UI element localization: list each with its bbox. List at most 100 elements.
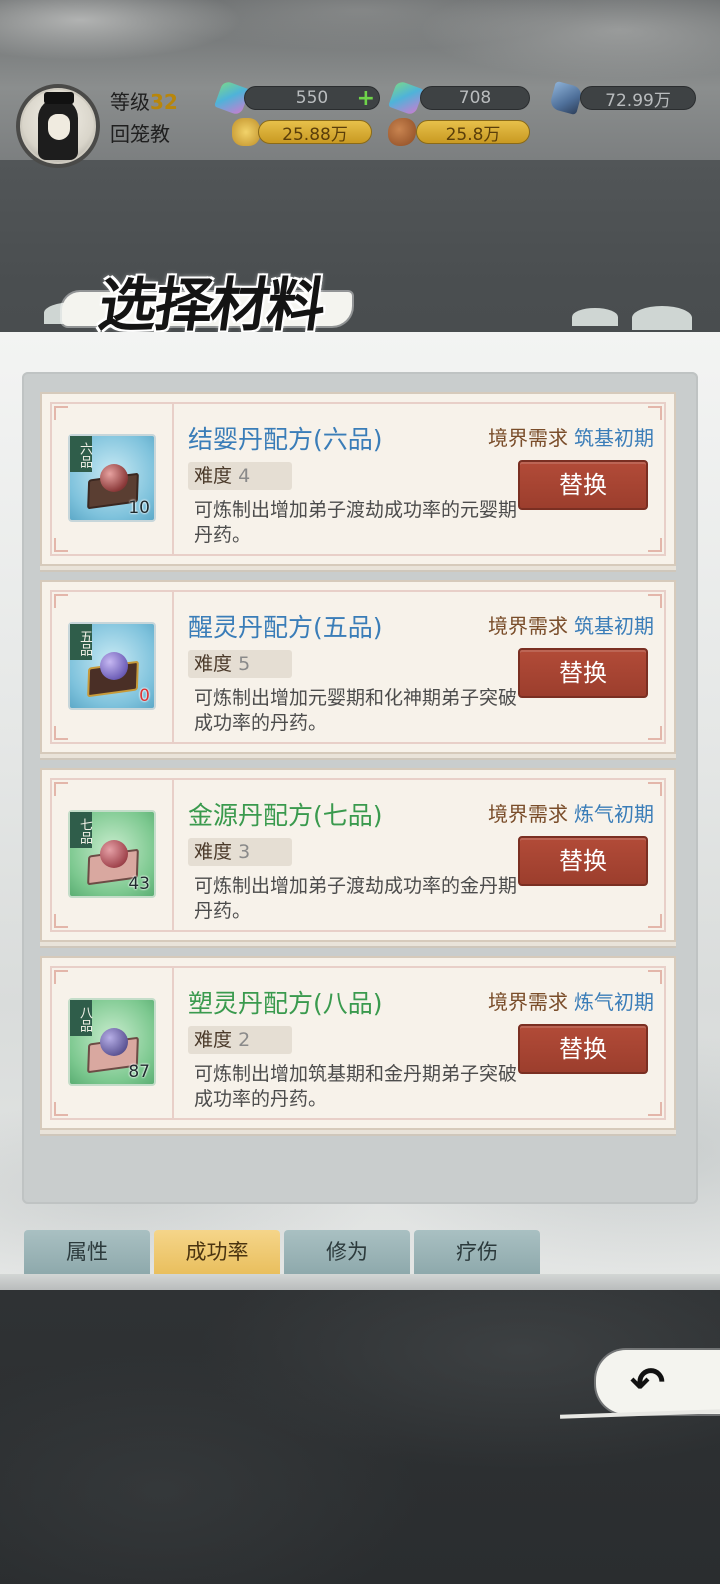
pill-orb-icon <box>100 840 128 868</box>
recipe-description: 可炼制出增加弟子渡劫成功率的金丹期丹药。 <box>194 875 518 922</box>
requirement-value: 筑基初期 <box>574 614 654 638</box>
grade-tag: 八品 <box>70 1000 92 1036</box>
corner-ornament <box>54 914 68 928</box>
requirement-label: 境界需求 <box>488 990 568 1014</box>
tab-cultivation[interactable]: 修为 <box>284 1230 410 1274</box>
corner-ornament <box>54 726 68 740</box>
requirement-label: 境界需求 <box>488 802 568 826</box>
tab-success-rate[interactable]: 成功率 <box>154 1230 280 1274</box>
requirement-label: 境界需求 <box>488 614 568 638</box>
recipe-item-icon[interactable]: 七品 43 <box>68 810 156 898</box>
item-count: 87 <box>128 1062 150 1082</box>
realm-requirement: 境界需求 炼气初期 <box>488 986 654 1015</box>
difficulty-badge: 难度 5 <box>188 650 292 678</box>
corner-ornament <box>54 782 68 796</box>
tab-attributes[interactable]: 属性 <box>24 1230 150 1274</box>
gold-icon <box>232 118 260 146</box>
recipe-item-icon[interactable]: 八品 87 <box>68 998 156 1086</box>
card-divider <box>172 778 174 932</box>
realm-requirement: 境界需求 炼气初期 <box>488 798 654 827</box>
recipe-description: 可炼制出增加弟子渡劫成功率的元婴期丹药。 <box>194 499 518 546</box>
cloud-decoration <box>572 308 618 326</box>
recipe-card[interactable]: 五品 0 醒灵丹配方(五品) 难度 5 可炼制出增加元婴期和化神期弟子突破成功率… <box>40 580 676 754</box>
swap-button[interactable]: 替换 <box>518 648 648 698</box>
corner-ornament <box>648 406 662 420</box>
corner-ornament <box>54 1102 68 1116</box>
swap-button[interactable]: 替换 <box>518 836 648 886</box>
requirement-label: 境界需求 <box>488 426 568 450</box>
recipe-item-icon[interactable]: 五品 0 <box>68 622 156 710</box>
recipe-description: 可炼制出增加筑基期和金丹期弟子突破成功率的丹药。 <box>194 1063 518 1110</box>
pill-orb-icon <box>100 652 128 680</box>
corner-ornament <box>54 970 68 984</box>
spirit-gem-value: 708 <box>458 88 492 108</box>
recipe-card[interactable]: 七品 43 金源丹配方(七品) 难度 3 可炼制出增加弟子渡劫成功率的金丹期丹药… <box>40 768 676 942</box>
corner-ornament <box>54 594 68 608</box>
difficulty-label: 难度 <box>194 653 233 675</box>
corner-ornament <box>648 726 662 740</box>
pill-orb-icon <box>100 1028 128 1056</box>
grade-tag: 五品 <box>70 624 92 660</box>
difficulty-value: 4 <box>238 465 251 487</box>
page-title: 选择材料 <box>94 271 329 339</box>
food-icon <box>388 118 416 146</box>
corner-ornament <box>54 406 68 420</box>
requirement-value: 筑基初期 <box>574 426 654 450</box>
grade-tag: 七品 <box>70 812 92 848</box>
back-arrow-icon: ↶ <box>630 1358 666 1407</box>
tab-healing[interactable]: 疗伤 <box>414 1230 540 1274</box>
recipe-name: 塑灵丹配方(八品) <box>188 989 383 1018</box>
item-count: 10 <box>128 498 150 518</box>
card-divider <box>172 402 174 556</box>
swap-button[interactable]: 替换 <box>518 1024 648 1074</box>
corner-ornament <box>54 538 68 552</box>
pill-orb-icon <box>100 464 128 492</box>
item-count: 0 <box>139 686 150 706</box>
spirit-gem-counter: 708 <box>420 86 530 110</box>
food-value: 25.8万 <box>445 124 501 145</box>
corner-ornament <box>648 594 662 608</box>
jade-value: 550 <box>295 88 329 108</box>
sect-name: 回笼教 <box>110 122 170 146</box>
difficulty-badge: 难度 3 <box>188 838 292 866</box>
corner-ornament <box>648 1102 662 1116</box>
recipe-card[interactable]: 八品 87 塑灵丹配方(八品) 难度 2 可炼制出增加筑基期和金丹期弟子突破成功… <box>40 956 676 1130</box>
avatar-hat <box>44 92 74 104</box>
player-avatar[interactable] <box>16 84 100 168</box>
difficulty-badge: 难度 2 <box>188 1026 292 1054</box>
card-divider <box>172 590 174 744</box>
recipe-description: 可炼制出增加元婴期和化神期弟子突破成功率的丹药。 <box>194 687 518 734</box>
recipe-name: 醒灵丹配方(五品) <box>188 613 383 642</box>
recipe-item-icon[interactable]: 六品 10 <box>68 434 156 522</box>
gold-value: 25.88万 <box>282 124 348 145</box>
difficulty-value: 5 <box>238 653 251 675</box>
level-value: 32 <box>150 90 178 114</box>
corner-ornament <box>648 782 662 796</box>
card-divider <box>172 966 174 1120</box>
cloud-decoration <box>632 306 692 330</box>
avatar-face <box>48 114 70 140</box>
recipe-name: 金源丹配方(七品) <box>188 801 383 830</box>
swap-button[interactable]: 替换 <box>518 460 648 510</box>
tab-bar-base <box>0 1274 720 1290</box>
crystal-counter: 72.99万 <box>580 86 696 111</box>
difficulty-value: 3 <box>238 841 251 863</box>
food-counter: 25.8万 <box>416 120 530 145</box>
item-count: 43 <box>128 874 150 894</box>
corner-ornament <box>648 970 662 984</box>
recipe-card[interactable]: 六品 10 结婴丹配方(六品) 难度 4 可炼制出增加弟子渡劫成功率的元婴期丹药… <box>40 392 676 566</box>
crystal-value: 72.99万 <box>605 90 671 111</box>
recipe-name: 结婴丹配方(六品) <box>188 425 383 454</box>
grade-tag: 六品 <box>70 436 92 472</box>
gold-counter: 25.88万 <box>258 120 372 145</box>
plus-icon[interactable]: + <box>357 88 375 110</box>
requirement-value: 炼气初期 <box>574 802 654 826</box>
ink-landscape-background <box>0 1290 720 1584</box>
corner-ornament <box>648 538 662 552</box>
back-button[interactable]: ↶ <box>596 1350 720 1414</box>
difficulty-value: 2 <box>238 1029 251 1051</box>
difficulty-badge: 难度 4 <box>188 462 292 490</box>
difficulty-label: 难度 <box>194 465 233 487</box>
jade-counter[interactable]: 550 + <box>244 86 380 110</box>
difficulty-label: 难度 <box>194 1029 233 1051</box>
